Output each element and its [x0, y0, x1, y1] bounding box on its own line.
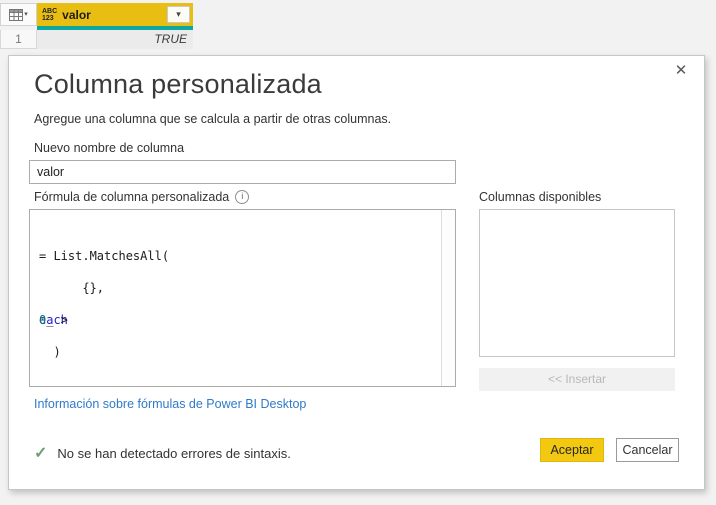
page-title: Columna personalizada	[34, 69, 322, 99]
chevron-down-icon: ▾	[176, 9, 181, 19]
formula-editor[interactable]: = List.MatchesAll( {}, each _ > 0 )	[29, 209, 456, 387]
check-icon: ✓	[34, 445, 48, 462]
new-column-name-label: Nuevo nombre de columna	[34, 141, 185, 155]
info-icon[interactable]: i	[235, 190, 250, 204]
custom-column-dialog: ✕ Columna personalizada Agregue una colu…	[8, 55, 705, 490]
formula-label-row: Fórmula de columna personalizada i	[34, 190, 250, 204]
formula-help-link[interactable]: Información sobre fórmulas de Power BI D…	[34, 397, 306, 411]
column-filter-dropdown-button[interactable]: ▾	[167, 6, 190, 23]
table-select-all-button[interactable]: ▾	[0, 3, 37, 26]
column-name: valor	[62, 7, 91, 22]
formula-scrollbar[interactable]	[441, 210, 455, 386]
row-value-cell[interactable]: TRUE	[37, 30, 193, 49]
insert-column-button[interactable]: << Insertar	[479, 368, 675, 391]
table-menu-caret-icon: ▾	[24, 11, 28, 18]
syntax-status: ✓ No se han detectado errores de sintaxi…	[34, 443, 291, 463]
query-preview-table: ▾ ABC 123 valor ▾ 1 TRUE	[0, 3, 193, 49]
table-header-row: ▾ ABC 123 valor ▾	[0, 3, 193, 26]
formula-code: = List.MatchesAll( {}, each _ > 0 )	[39, 249, 170, 359]
new-column-name-input[interactable]	[29, 160, 456, 184]
status-text: No se han detectado errores de sintaxis.	[57, 445, 291, 461]
table-row: 1 TRUE	[0, 30, 193, 49]
column-header-valor[interactable]: ABC 123 valor ▾	[37, 3, 193, 26]
available-columns-label: Columnas disponibles	[479, 190, 602, 204]
row-number[interactable]: 1	[0, 30, 37, 49]
accept-button[interactable]: Aceptar	[540, 438, 604, 462]
table-grid-icon	[9, 8, 24, 21]
available-columns-list[interactable]	[479, 209, 675, 357]
close-icon[interactable]: ✕	[671, 61, 691, 81]
formula-label: Fórmula de columna personalizada	[34, 190, 230, 204]
dialog-subtitle: Agregue una columna que se calcula a par…	[34, 112, 392, 126]
column-type-any-icon[interactable]: ABC 123	[42, 8, 57, 22]
cancel-button[interactable]: Cancelar	[616, 438, 679, 462]
